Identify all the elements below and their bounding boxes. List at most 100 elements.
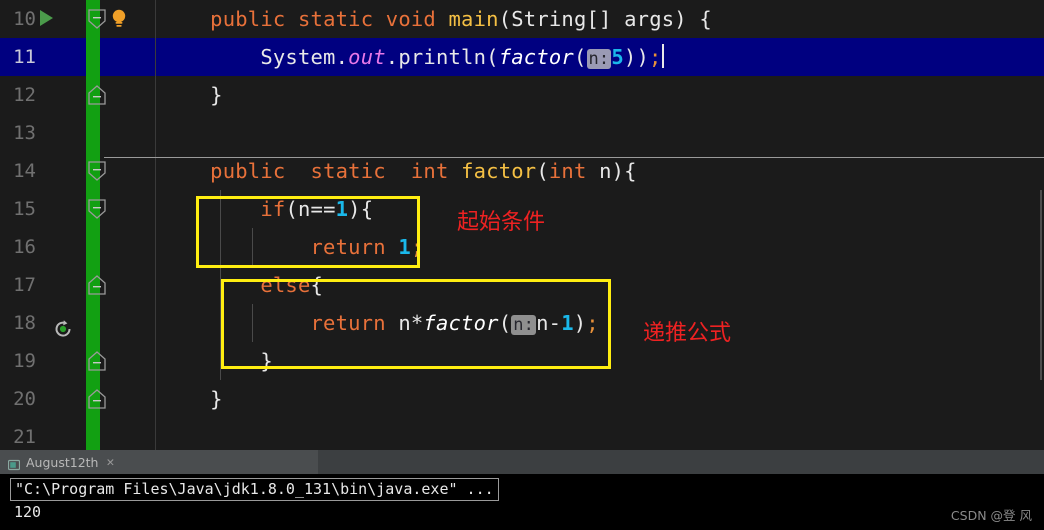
brace-close: } xyxy=(210,83,223,107)
paren-open: ( xyxy=(573,45,587,69)
paren-close: ) xyxy=(573,311,587,335)
keyword-int: int xyxy=(410,159,449,183)
sp xyxy=(386,159,411,183)
console-tab-august12th[interactable]: August12th ✕ xyxy=(0,450,318,474)
method-println: println xyxy=(398,45,487,69)
param-name-n: n xyxy=(599,159,612,183)
watermark: CSDN @登 风 xyxy=(950,508,1032,523)
dot: . xyxy=(385,45,399,69)
code-line-12[interactable]: } xyxy=(160,76,223,114)
code-line-18[interactable]: return n*factor(n:n-1); xyxy=(160,304,599,344)
code-line-16[interactable]: return 1; xyxy=(160,228,424,266)
keyword-public: public xyxy=(210,159,286,183)
sp xyxy=(449,159,462,183)
parameter-hint-n: n: xyxy=(586,49,612,69)
fold-marker-close-17[interactable] xyxy=(85,275,109,295)
code-line-11[interactable]: System.out.println(factor(n:5)); xyxy=(160,38,664,78)
number-literal-1: 1 xyxy=(398,235,411,259)
param-type-string-array: String[] xyxy=(511,7,612,31)
keyword-return: return xyxy=(310,235,386,259)
brace-open: { xyxy=(624,159,637,183)
number-literal-5: 5 xyxy=(611,45,624,69)
line-number-10: 10 xyxy=(13,8,36,30)
editor-row-20[interactable] xyxy=(0,380,1044,418)
code-line-17[interactable]: else{ xyxy=(160,266,323,304)
code-editor[interactable]: 10 11 12 13 14 15 16 17 18 19 20 21 publ… xyxy=(0,0,1044,450)
semicolon: ; xyxy=(410,235,424,259)
editor-row-13[interactable] xyxy=(0,114,1044,152)
sp xyxy=(386,235,399,259)
keyword-static: static xyxy=(310,159,386,183)
intention-bulb-icon[interactable] xyxy=(110,8,128,30)
sp xyxy=(436,7,449,31)
brace-open: { xyxy=(686,7,712,31)
fold-marker-close-19[interactable] xyxy=(85,351,109,371)
condition-expr: n== xyxy=(297,197,336,221)
expression-n-mult: n* xyxy=(398,311,424,335)
run-arrow-icon[interactable] xyxy=(40,10,53,26)
editor-row-12[interactable] xyxy=(0,76,1044,114)
code-line-19[interactable]: } xyxy=(160,342,273,380)
line-number-16: 16 xyxy=(13,236,36,258)
console-window-icon xyxy=(7,456,21,471)
run-console[interactable]: "C:\Program Files\Java\jdk1.8.0_131\bin\… xyxy=(0,474,1044,530)
keyword-if: if xyxy=(260,197,286,221)
console-tab-label: August12th xyxy=(26,454,99,470)
brace-close: } xyxy=(260,349,273,373)
dot: . xyxy=(335,45,349,69)
close-icon[interactable]: ✕ xyxy=(106,456,114,469)
ide-window: 10 11 12 13 14 15 16 17 18 19 20 21 publ… xyxy=(0,0,1044,530)
paren-close: )) xyxy=(623,45,650,69)
line-number-20: 20 xyxy=(13,388,36,410)
annotation-label-recurrence-formula: 递推公式 xyxy=(643,321,732,346)
paren-close: ) xyxy=(611,159,625,183)
keyword-else: else xyxy=(260,273,311,297)
line-number-21: 21 xyxy=(13,426,36,448)
paren-open: ( xyxy=(498,311,512,335)
annotation-label-start-condition: 起始条件 xyxy=(457,210,546,235)
brace-close: } xyxy=(210,387,223,411)
fold-marker-open-10[interactable] xyxy=(85,9,109,29)
code-line-20[interactable]: } xyxy=(160,380,223,418)
editor-row-21[interactable] xyxy=(0,418,1044,450)
sp xyxy=(386,311,399,335)
code-line-14[interactable]: public static int factor(int n){ xyxy=(160,152,637,190)
console-tab-bar: August12th ✕ xyxy=(0,450,1044,474)
field-out: out xyxy=(348,45,386,69)
gutter-divider xyxy=(155,0,156,450)
paren-open: ( xyxy=(536,159,549,183)
param-type-int: int xyxy=(548,159,587,183)
method-factor-call: factor xyxy=(423,311,499,335)
brace-open: { xyxy=(360,197,374,221)
line-number-13: 13 xyxy=(13,122,36,144)
line-number-17: 17 xyxy=(13,274,36,296)
paren-close: ) xyxy=(348,197,361,221)
keyword-public: public xyxy=(210,7,286,31)
keyword-static: static xyxy=(297,7,374,31)
text-caret xyxy=(661,44,664,68)
fold-marker-close-12[interactable] xyxy=(85,85,109,105)
editor-row-19[interactable] xyxy=(0,342,1044,380)
sp xyxy=(612,7,625,31)
code-line-15[interactable]: if(n==1){ xyxy=(160,190,373,228)
class-system: System xyxy=(260,45,336,69)
right-scroll-marker[interactable] xyxy=(1040,190,1042,380)
fold-marker-open-15[interactable] xyxy=(85,199,109,219)
editor-row-17[interactable] xyxy=(0,266,1044,304)
number-literal-1: 1 xyxy=(335,197,349,221)
line-number-15: 15 xyxy=(13,198,36,220)
code-line-10[interactable]: public static void main(String[] args) { xyxy=(160,0,712,38)
semicolon: ; xyxy=(586,311,599,335)
semicolon: ; xyxy=(649,45,662,69)
fold-marker-open-14[interactable] xyxy=(85,161,109,181)
recursive-call-icon[interactable] xyxy=(52,318,74,340)
argument-n-minus: n- xyxy=(536,311,562,335)
fold-marker-close-20[interactable] xyxy=(85,389,109,409)
